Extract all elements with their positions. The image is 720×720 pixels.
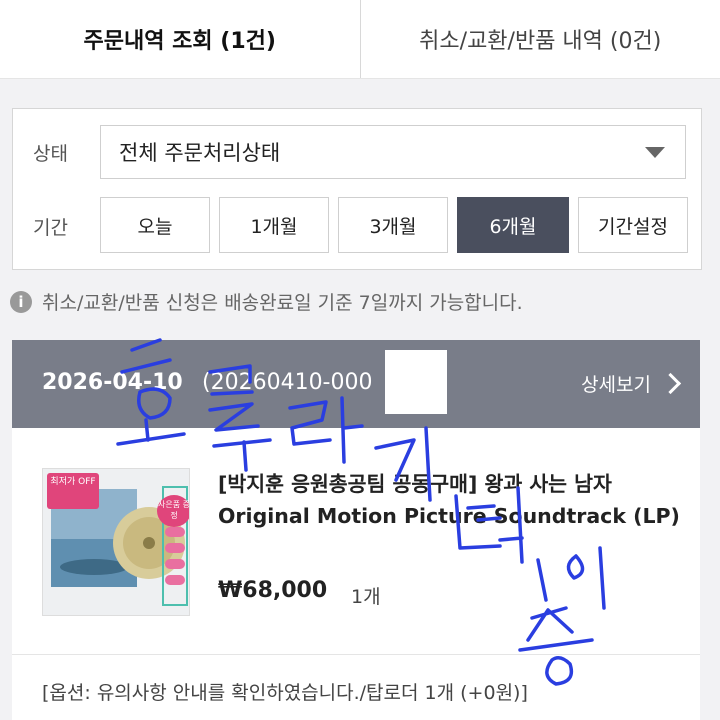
order-filter-panel: 상태 전체 주문처리상태 기간 오늘 1개월 3개월 6개월 기간설정 bbox=[12, 108, 702, 270]
period-label: 기간 bbox=[33, 217, 68, 239]
product-quantity: 1개 bbox=[351, 586, 381, 608]
order-number-head: (20260410-000 bbox=[202, 370, 373, 395]
period-custom-button[interactable]: 기간설정 bbox=[578, 197, 688, 253]
redaction-box bbox=[385, 350, 447, 414]
order-date: 2026-04-10 bbox=[42, 370, 183, 395]
status-select[interactable]: 전체 주문처리상태 bbox=[100, 125, 686, 179]
period-today-button[interactable]: 오늘 bbox=[100, 197, 210, 253]
tab-cancel-return-history[interactable]: 취소/교환/반품 내역 (0건) bbox=[361, 0, 720, 78]
view-details-label: 상세보기 bbox=[581, 374, 651, 396]
view-details-link[interactable]: 상세보기 bbox=[581, 370, 682, 397]
product-price: ₩68,000 bbox=[218, 578, 328, 603]
product-option: [옵션: 유의사항 안내를 확인하였습니다./탑로더 1개 (+0원)] bbox=[42, 682, 528, 704]
product-name[interactable]: [박지훈 응원총공팀 공동구매] 왕과 사는 남자 Original Motio… bbox=[218, 468, 688, 532]
period-1month-button[interactable]: 1개월 bbox=[219, 197, 329, 253]
lowest-price-badge: 최저가 OFF bbox=[47, 473, 99, 509]
tab-order-history[interactable]: 주문내역 조회 (1건) bbox=[0, 0, 361, 78]
status-label: 상태 bbox=[33, 143, 68, 165]
product-thumbnail[interactable]: 최저가 OFF 사은품 증정 bbox=[42, 468, 190, 616]
divider bbox=[12, 654, 700, 655]
chevron-down-icon bbox=[645, 147, 665, 158]
chevron-right-icon bbox=[659, 372, 682, 395]
gift-badge: 사은품 증정 bbox=[157, 495, 189, 527]
cancel-policy-notice: i 취소/교환/반품 신청은 배송완료일 기준 7일까지 가능합니다. bbox=[10, 288, 523, 315]
status-select-value: 전체 주문처리상태 bbox=[119, 141, 281, 165]
order-tabs: 주문내역 조회 (1건) 취소/교환/반품 내역 (0건) bbox=[0, 0, 720, 79]
order-card-body: 최저가 OFF 사은품 증정 [박지훈 응원총공팀 공동구매] 왕과 사는 남자… bbox=[12, 428, 700, 720]
info-icon: i bbox=[10, 290, 32, 313]
order-card-header: 2026-04-10 (20260410-000) 상세보기 bbox=[12, 340, 700, 428]
period-3month-button[interactable]: 3개월 bbox=[338, 197, 448, 253]
period-6month-button[interactable]: 6개월 bbox=[457, 197, 569, 253]
notice-text: 취소/교환/반품 신청은 배송완료일 기준 7일까지 가능합니다. bbox=[42, 292, 523, 314]
